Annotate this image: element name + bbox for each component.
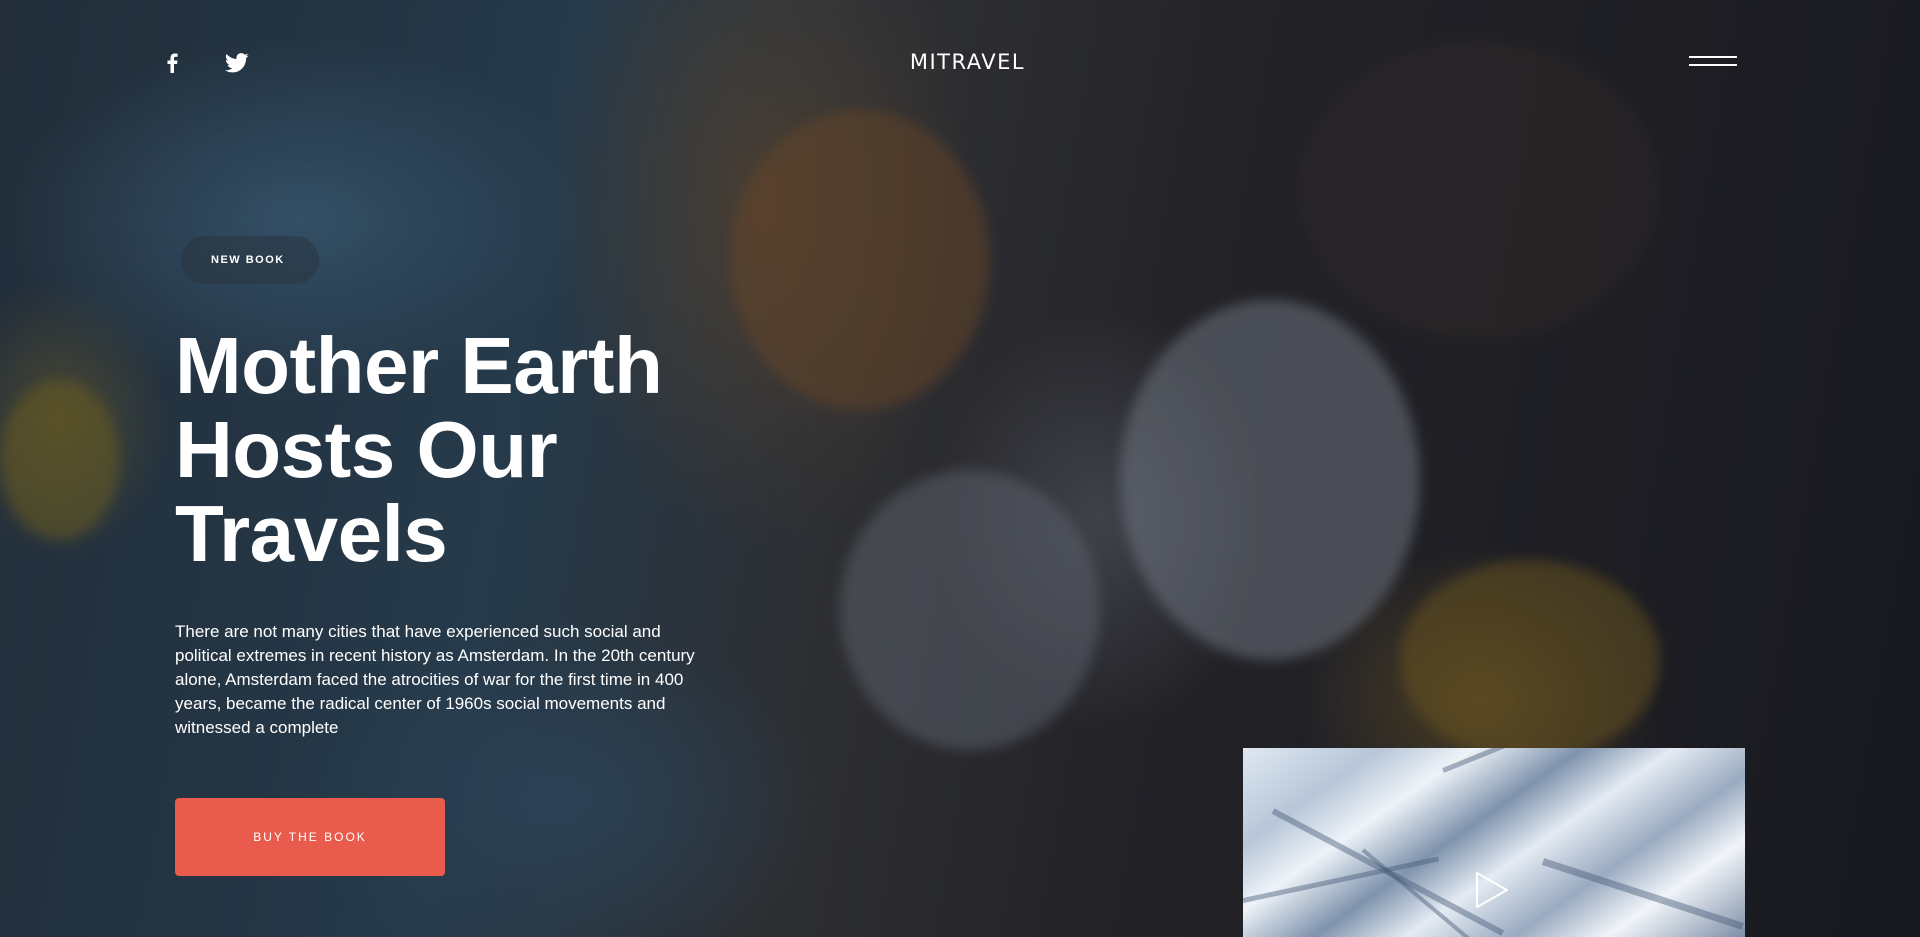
- mountain-ridge: [1442, 748, 1648, 773]
- mountain-ridge: [1541, 858, 1744, 930]
- hero-description: There are not many cities that have expe…: [175, 622, 695, 737]
- background-foliage: [1120, 300, 1420, 660]
- background-foliage: [840, 470, 1100, 750]
- headline-line: Travels: [175, 489, 448, 578]
- brand-logo[interactable]: MITRAVEL: [0, 50, 1920, 74]
- video-thumbnail[interactable]: [1243, 748, 1745, 937]
- buy-the-book-button[interactable]: BUY THE BOOK: [175, 798, 445, 876]
- hero-content: NEW BOOK Mother Earth Hosts Our Travels …: [175, 236, 735, 876]
- top-navigation: MITRAVEL: [0, 0, 1920, 128]
- background-foliage: [0, 380, 120, 540]
- headline-line: Mother Earth: [175, 321, 663, 410]
- headline-line: Hosts Our: [175, 405, 558, 494]
- new-book-badge: NEW BOOK: [181, 236, 319, 284]
- page-title: Mother Earth Hosts Our Travels: [175, 324, 735, 576]
- background-foliage: [730, 110, 990, 410]
- play-icon[interactable]: [1473, 870, 1511, 910]
- hamburger-menu-icon[interactable]: [1689, 52, 1737, 72]
- hero-section: MITRAVEL NEW BOOK Mother Earth Hosts Our…: [0, 0, 1920, 937]
- background-foliage: [1400, 560, 1660, 760]
